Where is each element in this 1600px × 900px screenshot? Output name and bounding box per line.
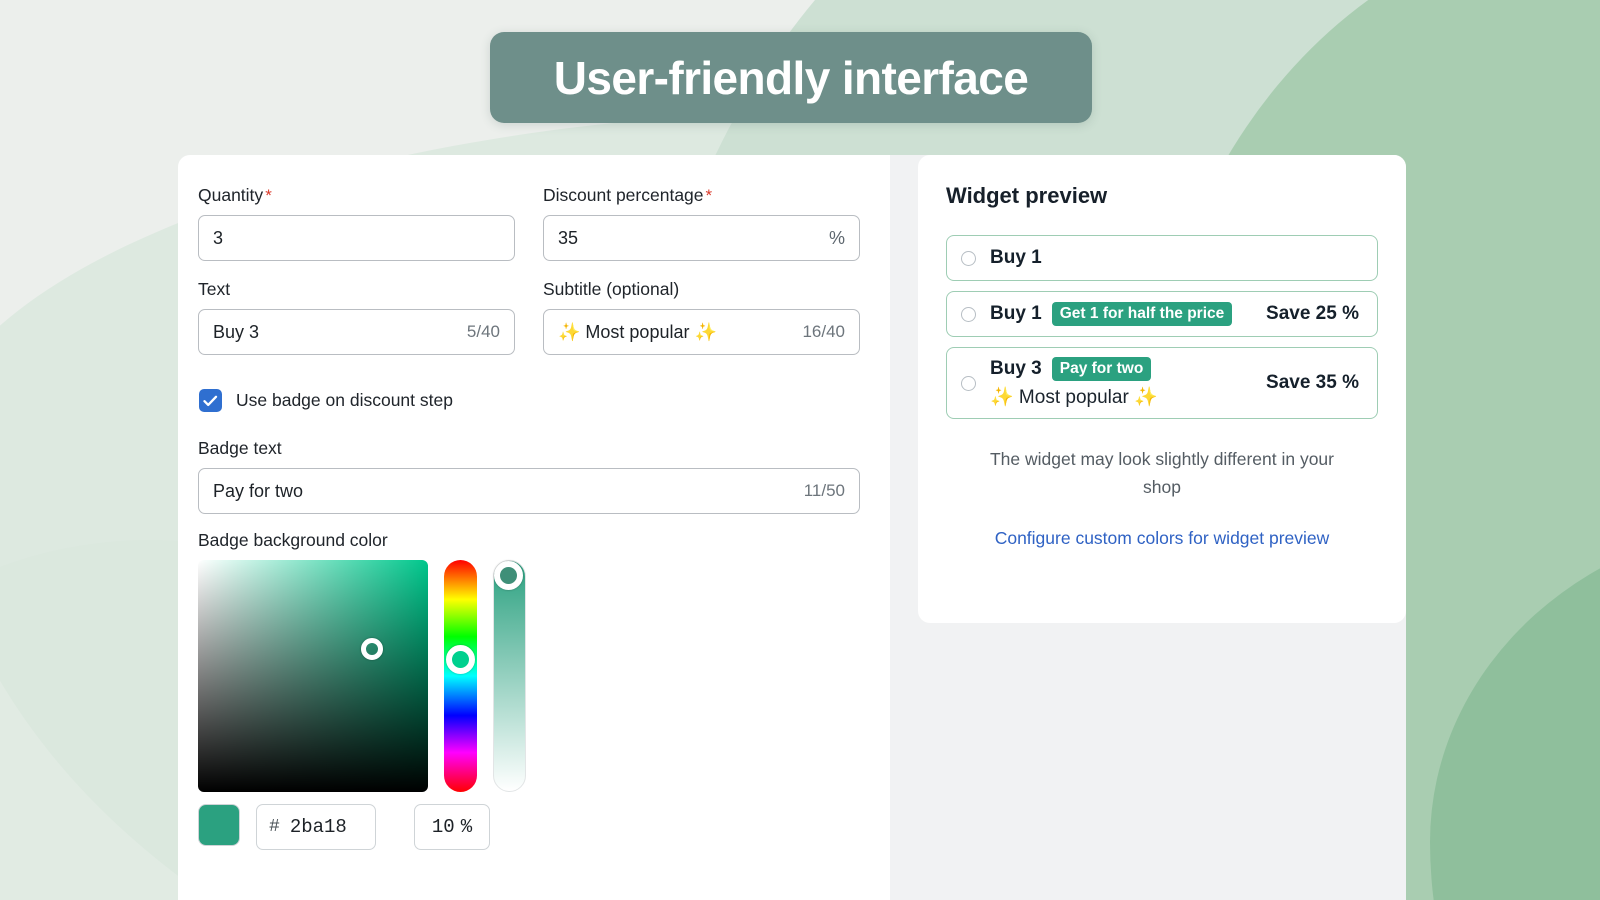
hex-color-value: 2ba18 (290, 816, 347, 838)
badge-text-input[interactable]: Pay for two 11/50 (198, 468, 860, 514)
color-picker (198, 560, 860, 792)
subtitle-input[interactable]: ✨ Most popular ✨ 16/40 (543, 309, 860, 355)
preview-row-3-subtitle: ✨ Most popular ✨ (990, 385, 1254, 409)
badge-background-color-label: Badge background color (198, 530, 860, 551)
field-subtitle: Subtitle (optional) ✨ Most popular ✨ 16/… (543, 279, 860, 355)
hex-color-input[interactable]: # 2ba18 (256, 804, 376, 850)
hash-symbol: # (269, 817, 280, 837)
required-asterisk: * (706, 186, 713, 205)
opacity-input[interactable]: 10 % (414, 804, 490, 850)
quantity-value: 3 (213, 228, 500, 249)
hue-slider[interactable] (444, 560, 477, 792)
preview-row-1-line: Buy 1 (990, 247, 1359, 269)
preview-row-1-label: Buy 1 (990, 247, 1042, 269)
preview-row-2-line: Buy 1 Get 1 for half the price (990, 302, 1254, 326)
subtitle-char-counter: 16/40 (792, 322, 845, 342)
settings-card: Quantity* 3 Discount percentage* 35 % Te… (178, 155, 890, 900)
discount-percentage-input[interactable]: 35 % (543, 215, 860, 261)
text-input[interactable]: Buy 3 5/40 (198, 309, 515, 355)
field-badge-background-color: Badge background color # (198, 530, 860, 850)
field-discount-percentage: Discount percentage* 35 % (543, 185, 860, 261)
preview-row-1-body: Buy 1 (990, 247, 1359, 269)
preview-row-2-save: Save 25 % (1266, 303, 1359, 325)
field-quantity: Quantity* 3 (198, 185, 515, 261)
badge-text-char-counter: 11/50 (794, 481, 845, 501)
widget-preview-title: Widget preview (946, 183, 1378, 209)
preview-row-3[interactable]: Buy 3 Pay for two ✨ Most popular ✨ Save … (946, 347, 1378, 419)
radio-icon[interactable] (961, 376, 976, 391)
configure-custom-colors-link[interactable]: Configure custom colors for widget previ… (946, 528, 1378, 549)
alpha-slider[interactable] (493, 560, 526, 792)
saturation-value-area[interactable] (198, 560, 428, 792)
page-root: User-friendly interface Quantity* 3 Disc… (0, 0, 1600, 900)
title-banner: User-friendly interface (490, 32, 1092, 123)
radio-icon[interactable] (961, 307, 976, 322)
text-value: Buy 3 (213, 322, 457, 343)
quantity-input[interactable]: 3 (198, 215, 515, 261)
use-badge-checkbox-row[interactable]: Use badge on discount step (199, 389, 860, 412)
preview-row-3-badge: Pay for two (1052, 357, 1152, 381)
opacity-value: 10 (432, 816, 455, 838)
preview-row-1[interactable]: Buy 1 (946, 235, 1378, 281)
widget-preview-card: Widget preview Buy 1 Buy 1 Get 1 for hal… (918, 155, 1406, 623)
discount-percentage-value: 35 (558, 228, 821, 249)
preview-row-3-save: Save 35 % (1266, 372, 1359, 394)
subtitle-label: Subtitle (optional) (543, 279, 860, 300)
page-title: User-friendly interface (554, 55, 1028, 101)
widget-preview-note: The widget may look slightly different i… (972, 445, 1352, 502)
preview-row-3-line: Buy 3 Pay for two (990, 357, 1254, 381)
alpha-slider-handle[interactable] (494, 561, 523, 590)
row-quantity-discount: Quantity* 3 Discount percentage* 35 % (198, 185, 860, 279)
preview-row-2-body: Buy 1 Get 1 for half the price (990, 302, 1254, 326)
required-asterisk: * (265, 186, 272, 205)
preview-row-2-badge: Get 1 for half the price (1052, 302, 1233, 326)
preview-row-3-label: Buy 3 (990, 358, 1042, 380)
discount-percentage-label: Discount percentage* (543, 185, 860, 206)
text-label: Text (198, 279, 515, 300)
row-text-subtitle: Text Buy 3 5/40 Subtitle (optional) ✨ Mo… (198, 279, 860, 373)
percent-suffix: % (821, 228, 845, 249)
text-char-counter: 5/40 (457, 322, 500, 342)
preview-row-3-body: Buy 3 Pay for two ✨ Most popular ✨ (990, 357, 1254, 409)
preview-row-2-label: Buy 1 (990, 303, 1042, 325)
radio-icon[interactable] (961, 251, 976, 266)
use-badge-checkbox-label: Use badge on discount step (236, 390, 453, 411)
badge-text-value: Pay for two (213, 481, 794, 502)
checkbox-checked-icon[interactable] (199, 389, 222, 412)
color-swatch-preview[interactable] (198, 804, 240, 846)
opacity-percent-symbol: % (461, 816, 472, 838)
saturation-handle[interactable] (361, 638, 383, 660)
preview-row-2[interactable]: Buy 1 Get 1 for half the price Save 25 % (946, 291, 1378, 337)
badge-text-label: Badge text (198, 438, 860, 459)
subtitle-value: ✨ Most popular ✨ (558, 322, 792, 343)
quantity-label: Quantity* (198, 185, 515, 206)
field-text: Text Buy 3 5/40 (198, 279, 515, 355)
hue-slider-handle[interactable] (446, 645, 475, 674)
field-badge-text: Badge text Pay for two 11/50 (198, 438, 860, 514)
color-picker-values: # 2ba18 10 % (198, 804, 860, 850)
